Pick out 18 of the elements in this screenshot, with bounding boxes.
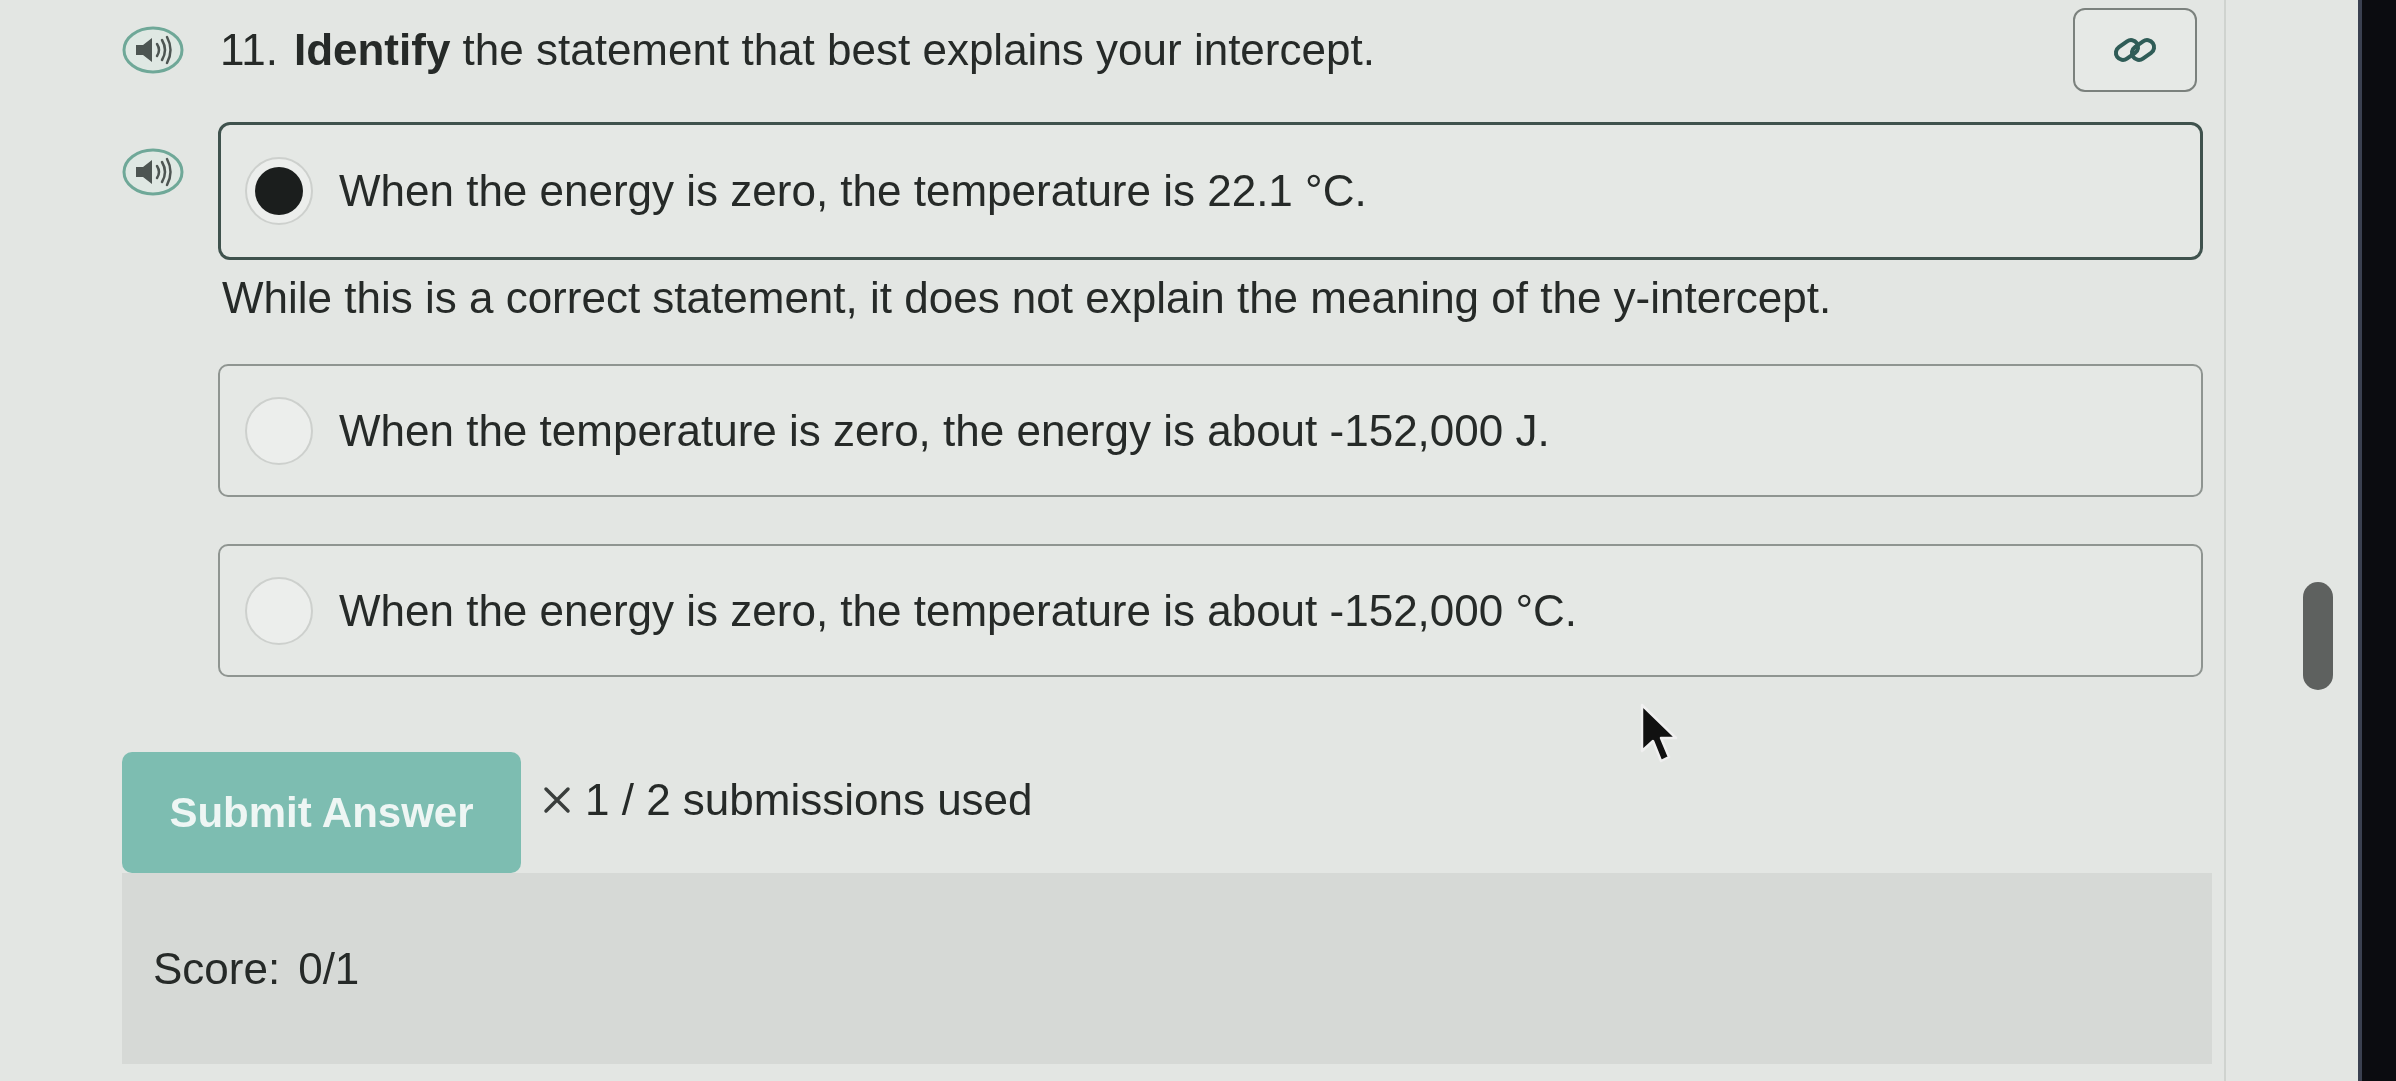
question-number: 11. — [220, 24, 278, 76]
submissions-used-text: 1 / 2 submissions used — [585, 774, 1033, 826]
mouse-pointer-icon — [1640, 703, 1680, 765]
option-text: When the energy is zero, the temperature is 22.1 °C. — [339, 165, 1367, 217]
option-text: When the temperature is zero, the energy is about -152,000 J. — [339, 404, 1550, 457]
answer-option[interactable]: When the temperature is zero, the energy is about -152,000 J. — [218, 364, 2203, 497]
score-label: Score: — [153, 942, 281, 995]
speaker-icon[interactable] — [122, 148, 184, 196]
option-text: When the energy is zero, the temperature is about -152,000 °C. — [339, 584, 1578, 637]
answer-option[interactable]: When the energy is zero, the temperature is about -152,000 °C. — [218, 544, 2203, 677]
speaker-icon[interactable] — [122, 26, 184, 74]
answer-option[interactable]: When the energy is zero, the temperature is 22.1 °C. — [218, 122, 2203, 260]
cross-icon — [543, 786, 571, 814]
scrollbar-thumb[interactable] — [2303, 582, 2333, 690]
question-text: Identify the statement that best explains your intercept. — [293, 24, 1375, 76]
link-button[interactable] — [2073, 8, 2197, 92]
feedback-text: While this is a correct statement, it does not explain the meaning of the y-intercept. — [222, 272, 1833, 324]
score-value: 0/1 — [298, 942, 360, 995]
